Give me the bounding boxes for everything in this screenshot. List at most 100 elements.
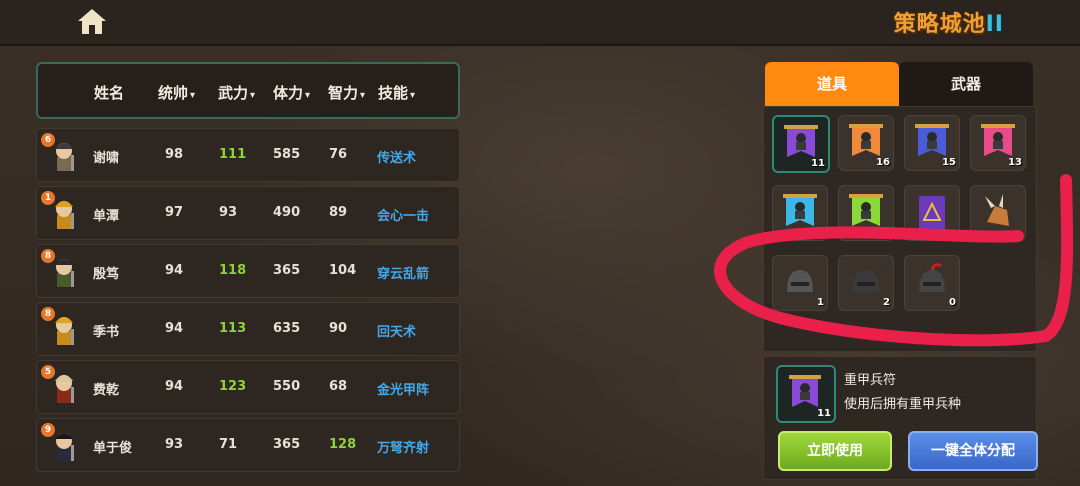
- purple-banner-icon: [784, 125, 818, 157]
- hero-skill: 传送术: [377, 151, 417, 166]
- orange-banner-icon: [849, 124, 883, 156]
- tab-weapons[interactable]: 武器: [899, 62, 1033, 106]
- sort-chevron-icon: ▾: [360, 90, 366, 101]
- hero-level-badge: 8: [41, 307, 55, 321]
- hero-avatar: 8: [41, 307, 83, 349]
- home-button[interactable]: [74, 6, 110, 38]
- hero-name: 费乾: [93, 383, 120, 398]
- column-label: 技能: [378, 84, 409, 102]
- column-header-name: 姓名: [94, 82, 124, 103]
- hero-intelligence: 68: [329, 379, 348, 394]
- hero-name: 单潭: [93, 209, 120, 224]
- hero-skill: 穿云乱箭: [377, 267, 430, 282]
- column-header-skill[interactable]: 技能 ▾: [378, 82, 415, 103]
- hero-avatar: 1: [41, 191, 83, 233]
- column-header-lead[interactable]: 统帅 ▾: [158, 82, 195, 103]
- cyan-banner-icon: [783, 194, 817, 226]
- hero-avatar: 5: [41, 365, 83, 407]
- hero-leadership: 94: [165, 379, 184, 394]
- item-slot[interactable]: [772, 185, 828, 241]
- hero-leadership: 97: [165, 205, 184, 220]
- item-slot[interactable]: 1: [772, 255, 828, 311]
- hero-intelligence: 128: [329, 437, 357, 452]
- hero-row[interactable]: 6 谢啸 98 111 585 76 传送术: [36, 128, 460, 182]
- item-slot[interactable]: 2: [838, 255, 894, 311]
- item-count: 15: [942, 157, 956, 168]
- hero-level-badge: 6: [41, 133, 55, 147]
- item-count: 11: [817, 408, 831, 419]
- hero-intelligence: 104: [329, 263, 357, 278]
- column-header-intel[interactable]: 智力 ▾: [328, 82, 365, 103]
- hero-force: 71: [219, 437, 238, 452]
- game-logo: 策略城池II: [894, 6, 1004, 38]
- hero-stamina: 490: [273, 205, 301, 220]
- hero-row[interactable]: 1 单潭 97 93 490 89 会心一击: [36, 186, 460, 240]
- item-slot[interactable]: 16: [838, 115, 894, 171]
- item-count: 13: [1008, 157, 1022, 168]
- column-header-force[interactable]: 武力 ▾: [218, 82, 255, 103]
- distribute-all-button[interactable]: 一键全体分配: [908, 431, 1038, 471]
- hero-leadership: 93: [165, 437, 184, 452]
- spellbook-icon: [919, 196, 945, 230]
- hero-skill: 会心一击: [377, 209, 430, 224]
- hero-level-badge: 8: [41, 249, 55, 263]
- item-count: 0: [949, 297, 956, 308]
- sort-chevron-icon: ▾: [250, 90, 256, 101]
- hero-row[interactable]: 8 季书 94 113 635 90 回天术: [36, 302, 460, 356]
- hero-row[interactable]: 5 费乾 94 123 550 68 金光甲阵: [36, 360, 460, 414]
- hero-stamina: 635: [273, 321, 301, 336]
- hero-level-badge: 9: [41, 423, 55, 437]
- green-banner-icon: [849, 194, 883, 226]
- item-slot[interactable]: 0: [904, 255, 960, 311]
- items-grid: 11 16 15 13 1 2 0: [763, 106, 1037, 352]
- hero-level-badge: 1: [41, 191, 55, 205]
- winged-helmet-icon: [849, 266, 883, 292]
- blue-banner-icon: [915, 124, 949, 156]
- sort-chevron-icon: ▾: [410, 90, 416, 101]
- item-count: 1: [817, 297, 824, 308]
- item-name: 重甲兵符: [844, 373, 897, 388]
- hero-force: 111: [219, 147, 247, 162]
- hero-row[interactable]: 9 单于俊 93 71 365 128 万弩齐射: [36, 418, 460, 472]
- item-slot[interactable]: 15: [904, 115, 960, 171]
- inventory-tabs: 道具 武器: [765, 62, 1033, 106]
- home-icon: [78, 9, 106, 34]
- item-description: 使用后拥有重甲兵种: [844, 397, 962, 412]
- hero-name: 谢啸: [93, 151, 120, 166]
- item-slot[interactable]: [970, 185, 1026, 241]
- sort-chevron-icon: ▾: [305, 90, 311, 101]
- hero-stamina: 365: [273, 263, 301, 278]
- hero-avatar: 9: [41, 423, 83, 465]
- hero-list-panel: 姓名 统帅 ▾ 武力 ▾ 体力 ▾ 智力 ▾ 技能 ▾ 6 谢啸 98 111 585 76 传送术 1…: [36, 62, 460, 486]
- pink-banner-icon: [981, 124, 1015, 156]
- column-label: 智力: [328, 84, 359, 102]
- hero-stamina: 365: [273, 437, 301, 452]
- hero-stamina: 550: [273, 379, 301, 394]
- hero-intelligence: 76: [329, 147, 348, 162]
- item-slot[interactable]: [838, 185, 894, 241]
- hero-avatar: 6: [41, 133, 83, 175]
- item-count: 11: [811, 158, 825, 169]
- column-label: 姓名: [94, 84, 125, 102]
- item-count: 16: [876, 157, 890, 168]
- hero-intelligence: 90: [329, 321, 348, 336]
- hero-leadership: 98: [165, 147, 184, 162]
- hero-skill: 万弩齐射: [377, 441, 430, 456]
- logo-sub-text: II: [985, 12, 1004, 37]
- column-header-hp[interactable]: 体力 ▾: [273, 82, 310, 103]
- item-slot[interactable]: [904, 185, 960, 241]
- hero-intelligence: 89: [329, 205, 348, 220]
- hero-leadership: 94: [165, 321, 184, 336]
- item-count: 2: [883, 297, 890, 308]
- hero-row[interactable]: 8 殷笃 94 118 365 104 穿云乱箭: [36, 244, 460, 298]
- use-now-button[interactable]: 立即使用: [778, 431, 892, 471]
- hero-skill: 金光甲阵: [377, 383, 430, 398]
- hero-name: 殷笃: [93, 267, 120, 282]
- item-slot[interactable]: 13: [970, 115, 1026, 171]
- hero-avatar: 8: [41, 249, 83, 291]
- tab-items[interactable]: 道具: [765, 62, 899, 106]
- item-slot[interactable]: 11: [772, 115, 830, 173]
- hero-name: 季书: [93, 325, 120, 340]
- hero-force: 113: [219, 321, 247, 336]
- column-label: 体力: [273, 84, 304, 102]
